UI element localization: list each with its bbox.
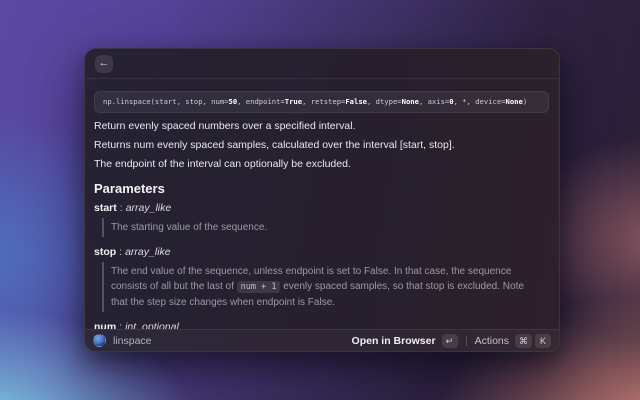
signature-text: np.linspace(start, stop, num= xyxy=(103,97,229,106)
param-name: num xyxy=(94,321,117,329)
k-key: K xyxy=(535,333,551,348)
doc-paragraph: Returns num evenly spaced samples, calcu… xyxy=(94,139,455,151)
param-type: int, optional xyxy=(125,321,179,329)
signature-text: ) xyxy=(522,97,528,106)
param-description: The starting value of the sequence. xyxy=(102,218,547,237)
open-in-browser-label: Open in Browser xyxy=(351,334,436,347)
param-name: stop xyxy=(94,246,117,258)
footer-bar: linspace Open in Browser ↵ Actions ⌘ K xyxy=(85,329,559,351)
param-term: stop: array_like xyxy=(94,245,549,259)
signature-value: None xyxy=(505,97,523,106)
footer-divider xyxy=(465,335,467,346)
param-num: num: int, optional xyxy=(94,320,549,329)
desktop-background: ← np.linspace(start, stop, num=50, endpo… xyxy=(0,0,640,400)
extension-info: linspace xyxy=(93,334,152,347)
param-name: start xyxy=(94,202,117,214)
signature-value: None xyxy=(401,97,419,106)
signature-text: , endpoint= xyxy=(237,97,285,106)
parameters-heading: Parameters xyxy=(94,181,165,196)
back-button[interactable]: ← xyxy=(95,54,113,73)
doc-viewer-window: ← np.linspace(start, stop, num=50, endpo… xyxy=(84,48,560,352)
param-term: num: int, optional xyxy=(94,320,549,329)
doc-paragraph: The endpoint of the interval can optiona… xyxy=(94,158,351,170)
doc-content: np.linspace(start, stop, num=50, endpoin… xyxy=(85,79,559,329)
window-header: ← xyxy=(85,49,559,79)
signature-text: , axis= xyxy=(418,97,450,106)
numpy-extension-icon xyxy=(93,334,106,347)
actions-label: Actions xyxy=(474,334,509,347)
arrow-left-icon: ← xyxy=(98,57,110,69)
param-description-text: The starting value of the sequence. xyxy=(111,222,268,233)
actions-button[interactable]: Actions ⌘ K xyxy=(474,333,551,348)
inline-code-chip: num + 1 xyxy=(236,281,281,293)
cmd-key-icon: ⌘ xyxy=(515,333,532,348)
signature-value: False xyxy=(345,97,367,106)
param-start: start: array_like The starting value of t… xyxy=(94,201,549,237)
param-stop: stop: array_like The end value of the seq… xyxy=(94,245,549,312)
doc-summary-paragraph: Return evenly spaced numbers over a spec… xyxy=(94,120,356,132)
param-term: start: array_like xyxy=(94,201,549,215)
param-type: array_like xyxy=(125,202,172,214)
param-description: The end value of the sequence, unless en… xyxy=(102,262,547,312)
param-type: array_like xyxy=(125,246,171,258)
param-separator: : xyxy=(119,202,123,214)
signature-text: , *, device= xyxy=(453,97,506,106)
signature-text: , retstep= xyxy=(302,97,346,106)
open-in-browser-button[interactable]: Open in Browser ↵ xyxy=(351,333,458,348)
signature-value: True xyxy=(284,97,303,106)
param-separator: : xyxy=(119,321,123,329)
param-separator: : xyxy=(119,246,123,258)
function-signature-code: np.linspace(start, stop, num=50, endpoin… xyxy=(94,91,549,113)
signature-value: 50 xyxy=(228,97,238,106)
footer-command-title: linspace xyxy=(113,334,152,347)
signature-text: , dtype= xyxy=(367,97,402,106)
return-key-icon: ↵ xyxy=(441,333,458,348)
